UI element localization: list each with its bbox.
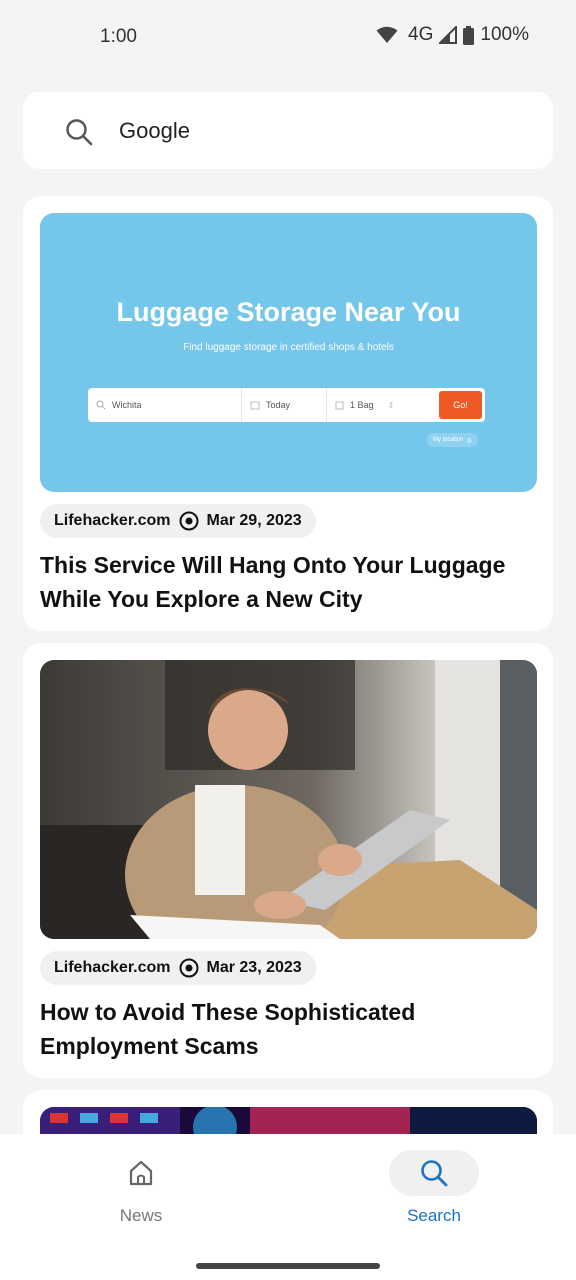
banner-headline: Luggage Storage Near You bbox=[116, 297, 461, 327]
banner-my-location: My location ◎ bbox=[427, 433, 478, 447]
article-title[interactable]: This Service Will Hang Onto Your Luggage… bbox=[40, 548, 520, 616]
status-time: 1:00 bbox=[100, 26, 137, 47]
battery-icon bbox=[463, 25, 475, 45]
search-icon bbox=[421, 1160, 448, 1187]
status-bar: 1:00 4G 100% bbox=[0, 0, 576, 72]
dot-separator-icon bbox=[179, 958, 198, 978]
banner-bags-field: 1 Bag ⇕ bbox=[327, 388, 397, 422]
article-image[interactable]: Luggage Storage Near You Find luggage st… bbox=[40, 213, 537, 492]
article-date: Mar 23, 2023 bbox=[206, 959, 302, 976]
banner-location-field: Wichita bbox=[88, 388, 242, 422]
banner-date-value: Today bbox=[266, 400, 291, 410]
wifi-icon bbox=[376, 26, 398, 43]
nav-news-icon-wrap bbox=[96, 1150, 186, 1196]
article-image[interactable] bbox=[40, 660, 537, 939]
article-source: Lifehacker.com bbox=[54, 959, 171, 976]
banner-location-value: Wichita bbox=[112, 400, 142, 410]
banner-date-field: Today bbox=[242, 388, 327, 422]
article-card[interactable]: Luggage Storage Near You Find luggage st… bbox=[23, 196, 553, 631]
search-bar[interactable]: Google bbox=[23, 92, 553, 169]
search-query[interactable]: Google bbox=[119, 118, 190, 144]
nav-search-tab[interactable]: Search bbox=[374, 1150, 494, 1226]
article-date: Mar 29, 2023 bbox=[206, 512, 302, 529]
article-title[interactable]: How to Avoid These Sophisticated Employm… bbox=[40, 995, 520, 1063]
banner-subline: Find luggage storage in certified shops … bbox=[183, 342, 394, 353]
home-indicator[interactable] bbox=[196, 1263, 380, 1269]
nav-news-tab[interactable]: News bbox=[81, 1150, 201, 1226]
banner-go-button: Go! bbox=[439, 391, 482, 419]
screen: 1:00 4G 100% Google Luggage Storage Near… bbox=[0, 0, 576, 1280]
location-target-icon: ◎ bbox=[466, 437, 472, 444]
nav-search-label: Search bbox=[407, 1206, 461, 1225]
bag-icon bbox=[335, 401, 344, 410]
nav-news-label: News bbox=[119, 1206, 163, 1225]
search-icon bbox=[96, 400, 106, 410]
banner-my-location-label: My location bbox=[433, 437, 464, 443]
luggage-storage-banner: Luggage Storage Near You Find luggage st… bbox=[40, 213, 537, 492]
nav-search-icon-wrap bbox=[389, 1150, 479, 1196]
network-label: 4G bbox=[408, 24, 434, 45]
banner-search-form: Wichita Today 1 Bag ⇕ Go! bbox=[88, 388, 485, 422]
man-writing-photo bbox=[40, 660, 537, 939]
digital-abstract-photo bbox=[40, 1107, 537, 1136]
article-card[interactable] bbox=[23, 1090, 553, 1136]
home-icon bbox=[129, 1160, 153, 1186]
status-icons: 4G 100% bbox=[376, 24, 529, 46]
signal-icon bbox=[439, 26, 458, 44]
dot-separator-icon bbox=[179, 511, 198, 531]
news-feed: Luggage Storage Near You Find luggage st… bbox=[0, 196, 576, 1136]
article-card[interactable]: Lifehacker.com Mar 23, 2023 How to Avoid… bbox=[23, 643, 553, 1078]
article-meta: Lifehacker.com Mar 23, 2023 bbox=[40, 951, 316, 985]
article-meta: Lifehacker.com Mar 29, 2023 bbox=[40, 504, 316, 538]
article-image[interactable] bbox=[40, 1107, 537, 1136]
article-source: Lifehacker.com bbox=[54, 512, 171, 529]
banner-bags-value: 1 Bag bbox=[350, 400, 374, 410]
stepper-icon: ⇕ bbox=[387, 400, 395, 410]
battery-label: 100% bbox=[480, 24, 529, 45]
calendar-icon bbox=[250, 401, 260, 410]
search-icon bbox=[66, 119, 93, 146]
bottom-navigation: News Search bbox=[0, 1134, 576, 1280]
